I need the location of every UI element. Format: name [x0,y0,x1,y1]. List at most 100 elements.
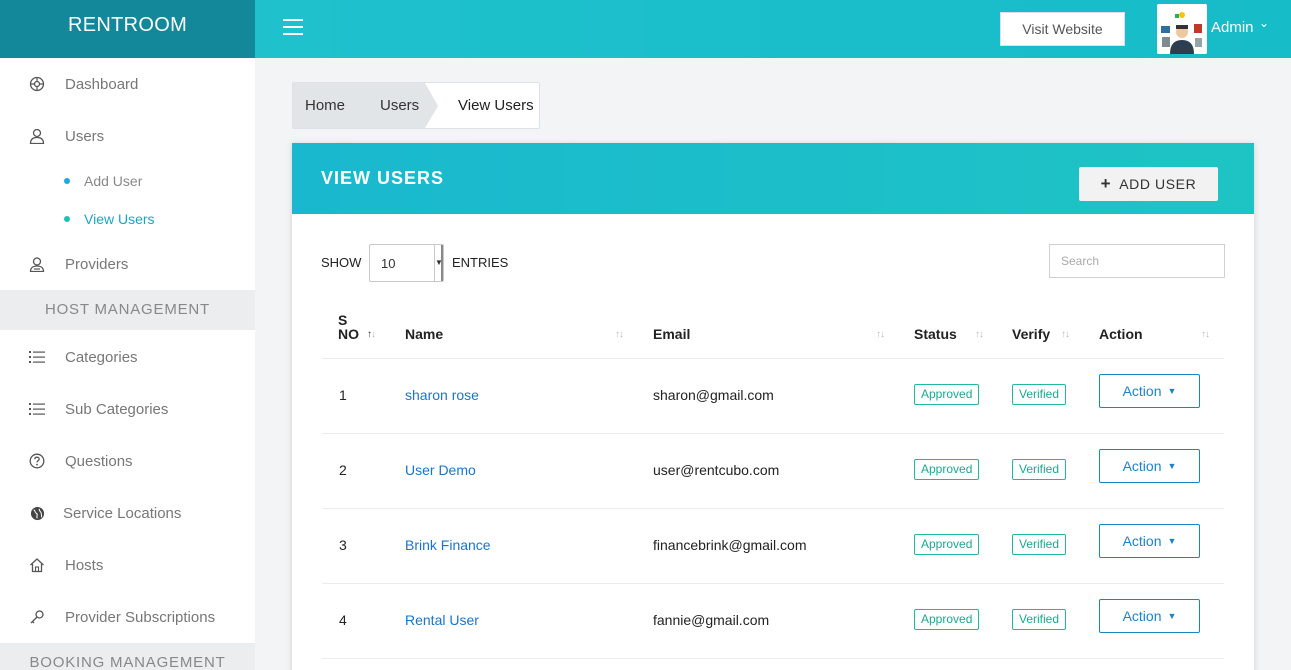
action-label: Action [1122,383,1162,399]
verify-badge: Verified [1012,384,1067,405]
sidebar-item-label: Provider Subscriptions [65,608,216,626]
plus-icon: + [1100,174,1112,193]
cell-sno: 2 [339,462,347,478]
sort-icon[interactable]: ↑↓ [876,329,885,340]
sidebar-item-label: Dashboard [65,75,139,93]
sidebar-item-label: Sub Categories [65,400,169,418]
bullet-dot-icon [64,216,70,222]
cell-email: fannie@gmail.com [653,612,770,628]
visit-website-button[interactable]: Visit Website [1000,12,1125,46]
caret-down-icon: ▼ [1167,386,1177,396]
column-header-name[interactable]: Name [405,326,443,342]
menu-toggle-icon[interactable] [283,19,303,37]
avatar[interactable] [1157,4,1207,54]
row-divider [322,658,1224,659]
sidebar-item-providers[interactable]: Providers [0,244,255,284]
globe-icon [28,504,46,522]
sort-icon[interactable]: ↑↓ [1201,329,1210,340]
sidebar-item-hosts[interactable]: Hosts [0,545,255,585]
add-user-label: ADD USER [1119,176,1197,192]
question-icon [28,452,46,470]
row-divider [322,583,1224,584]
column-header-email[interactable]: Email [653,326,690,342]
action-dropdown-button[interactable]: Action ▼ [1099,524,1200,558]
cell-sno: 3 [339,537,347,553]
list-icon [28,400,46,418]
column-header-action[interactable]: Action [1099,326,1143,342]
page-title: VIEW USERS [321,168,445,188]
cell-email: financebrink@gmail.com [653,537,807,553]
user-name-link[interactable]: sharon rose [405,387,479,403]
top-navbar: Visit Website Admin ⌄ [255,0,1291,58]
verify-badge: Verified [1012,534,1067,555]
sort-icon[interactable]: ↑↓ [1061,329,1070,340]
section-header-host-management: HOST MANAGEMENT [0,290,255,330]
breadcrumb-users[interactable]: Users [353,83,425,128]
user-icon [28,127,46,145]
verify-badge: Verified [1012,609,1067,630]
status-badge: Approved [914,609,980,630]
sidebar-item-label: Categories [65,348,138,366]
caret-down-icon: ▼ [1167,461,1177,471]
user-name-link[interactable]: Brink Finance [405,537,491,553]
sidebar: Dashboard Users Add User View Users Prov… [0,58,255,670]
status-badge: Approved [914,534,980,555]
cell-email: sharon@gmail.com [653,387,774,403]
sidebar-item-questions[interactable]: Questions [0,441,255,481]
search-input[interactable] [1049,244,1225,278]
list-icon [28,348,46,366]
user-name-link[interactable]: Rental User [405,612,479,628]
status-badge: Approved [914,384,980,405]
column-header-verify[interactable]: Verify [1012,326,1050,342]
cell-email: user@rentcubo.com [653,462,780,478]
sort-icon[interactable]: ↑↓ [975,329,984,340]
row-divider [322,508,1224,509]
header-divider [322,358,1224,359]
column-header-sno[interactable]: S NO [338,313,362,341]
breadcrumb: Home Users View Users [292,82,540,129]
section-header-booking-management: BOOKING MANAGEMENT [0,643,255,670]
verify-badge: Verified [1012,459,1067,480]
breadcrumb-current: View Users [458,97,534,114]
sidebar-item-service-locations[interactable]: Service Locations [0,493,255,533]
sidebar-item-users[interactable]: Users [0,116,255,156]
column-header-status[interactable]: Status [914,326,957,342]
sidebar-subitem-label: Add User [84,173,143,189]
action-dropdown-button[interactable]: Action ▼ [1099,449,1200,483]
sidebar-item-label: Users [65,127,105,145]
sidebar-item-provider-subscriptions[interactable]: Provider Subscriptions [0,597,255,637]
entries-value: 10 [381,256,396,271]
sidebar-item-label: Questions [65,452,133,470]
action-dropdown-button[interactable]: Action ▼ [1099,374,1200,408]
action-dropdown-button[interactable]: Action ▼ [1099,599,1200,633]
action-label: Action [1122,533,1162,549]
chevron-down-icon[interactable]: ⌄ [1259,16,1269,30]
sort-asc-icon[interactable]: ↑↓ [367,329,376,340]
users-card: VIEW USERS + ADD USER SHOW 10 ▼ ENTRIES S… [292,143,1254,670]
sidebar-subitem-view-users[interactable]: View Users [0,204,255,234]
breadcrumb-separator [425,83,438,128]
sort-icon[interactable]: ↑↓ [615,329,624,340]
brand-logo[interactable]: RENTROOM [0,0,255,58]
action-label: Action [1122,458,1162,474]
sidebar-item-label: Service Locations [63,504,182,522]
sidebar-item-dashboard[interactable]: Dashboard [0,64,255,104]
admin-name[interactable]: Admin [1211,19,1254,36]
caret-down-icon: ▼ [1167,611,1177,621]
entries-select[interactable]: 10 ▼ [369,244,444,282]
caret-down-icon: ▼ [434,245,443,281]
status-badge: Approved [914,459,980,480]
key-icon [28,608,46,626]
dashboard-icon [28,75,46,93]
sidebar-item-sub-categories[interactable]: Sub Categories [0,389,255,429]
breadcrumb-home[interactable]: Home [293,83,353,128]
sidebar-subitem-label: View Users [84,211,155,227]
sidebar-subitem-add-user[interactable]: Add User [0,166,255,196]
provider-icon [28,255,46,273]
show-label: SHOW [321,255,362,270]
add-user-button[interactable]: + ADD USER [1079,167,1218,201]
user-name-link[interactable]: User Demo [405,462,476,478]
sidebar-item-categories[interactable]: Categories [0,337,255,377]
bullet-dot-icon [64,178,70,184]
cell-sno: 4 [339,612,347,628]
